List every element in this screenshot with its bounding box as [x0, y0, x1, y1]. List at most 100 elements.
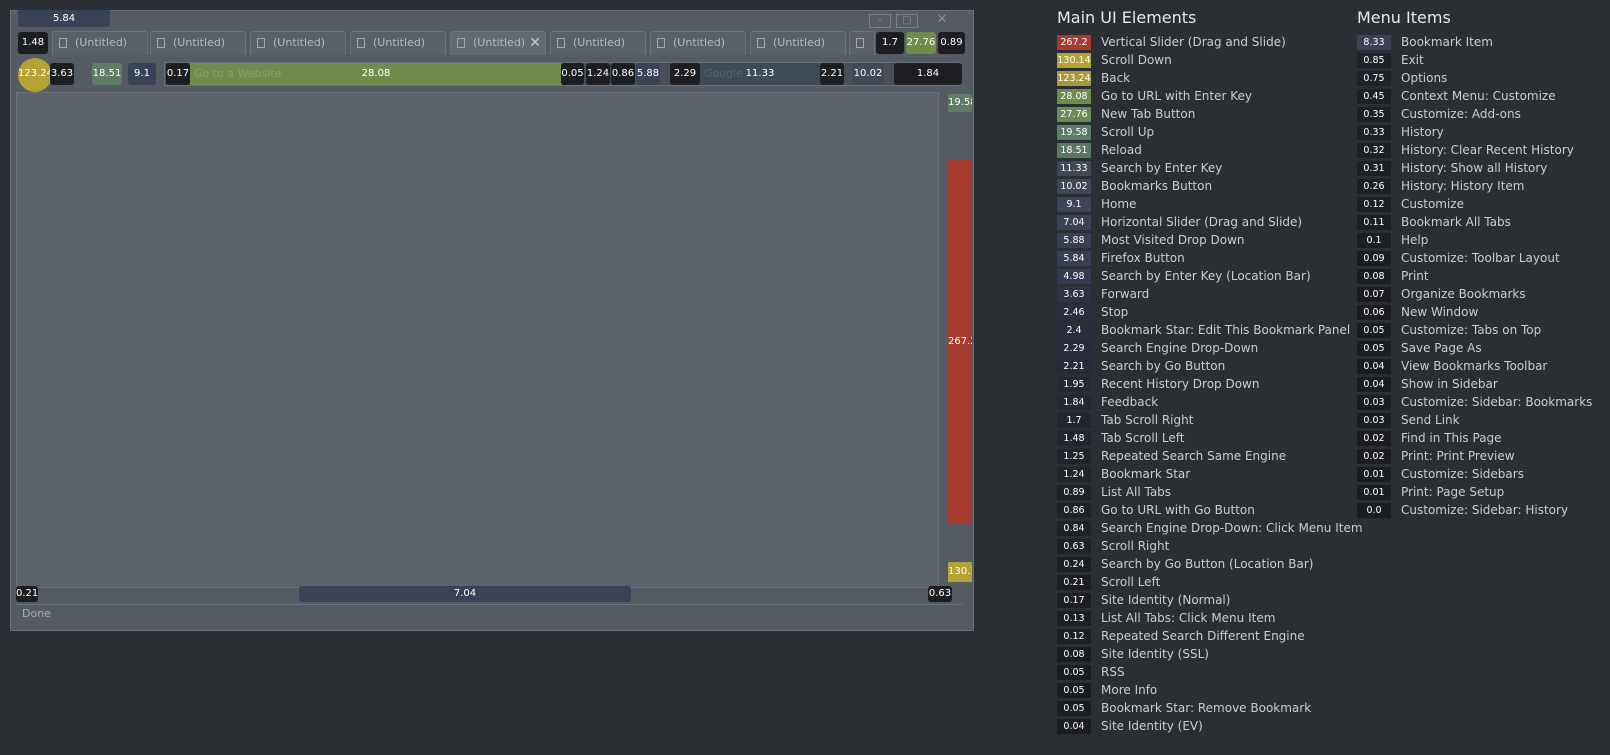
- site-identity-button[interactable]: 0.17: [166, 63, 190, 85]
- legend-label: Customize: [1401, 197, 1464, 211]
- list-all-tabs-button[interactable]: 0.89: [938, 32, 965, 54]
- legend-value: 0.04: [1357, 359, 1391, 374]
- legend-row: 0.02 Print: Print Preview: [1357, 449, 1515, 467]
- tab-scroll-left-value: 1.48: [21, 37, 45, 48]
- go-button[interactable]: 0.86: [611, 63, 635, 85]
- tab[interactable]: (Untitled): [550, 31, 646, 55]
- legend-label: List All Tabs: Click Menu Item: [1101, 611, 1276, 625]
- close-tab-icon[interactable]: ✕: [529, 32, 541, 54]
- legend-label: Site Identity (SSL): [1101, 647, 1209, 661]
- tab-title: (Untitled): [173, 36, 226, 49]
- scroll-right-value: 0.63: [928, 588, 952, 599]
- tab[interactable]: (Untitled): [250, 31, 346, 55]
- tab[interactable]: (Untitled): [350, 31, 446, 55]
- legend-value: 5.84: [1057, 251, 1091, 266]
- legend-label: Bookmark Star: Remove Bookmark: [1101, 701, 1312, 715]
- search-engine-dropdown[interactable]: 2.29: [670, 63, 700, 85]
- legend-value: 11.33: [1057, 161, 1091, 176]
- bookmark-star-button[interactable]: 1.24: [586, 63, 610, 85]
- legend-label: Bookmark Star: Edit This Bookmark Panel: [1101, 323, 1351, 337]
- tab-partial[interactable]: [849, 31, 875, 55]
- legend-label: Forward: [1101, 287, 1150, 301]
- tab-selected[interactable]: (Untitled) ✕: [450, 31, 546, 55]
- tab-title: (Untitled): [573, 36, 626, 49]
- legend-row: 0.02 Find in This Page: [1357, 431, 1502, 449]
- legend-value: 0.02: [1357, 431, 1391, 446]
- scroll-up-value: 19.58: [948, 97, 972, 108]
- legend-value: 130.14: [1057, 53, 1091, 68]
- legend-row: 0.12 Customize: [1357, 197, 1464, 215]
- horizontal-slider[interactable]: 7.04: [299, 586, 631, 602]
- search-go-button[interactable]: 2.21: [820, 63, 844, 85]
- main-ui-legend: Main UI Elements 267.2 Vertical Slider (D…: [1057, 8, 1363, 737]
- tab[interactable]: (Untitled): [650, 31, 746, 55]
- legend-row: 1.48 Tab Scroll Left: [1057, 431, 1196, 449]
- legend-label: Bookmark All Tabs: [1401, 215, 1511, 229]
- restore-icon[interactable]: □: [896, 14, 918, 28]
- vertical-slider-value: 267.2: [948, 336, 972, 347]
- vertical-slider[interactable]: 267.2: [948, 160, 972, 524]
- legend-row: 0.01 Print: Page Setup: [1357, 485, 1504, 503]
- legend-row: 8.33 Bookmark Item: [1357, 35, 1493, 53]
- tab-scroll-right-value: 1.7: [882, 37, 898, 48]
- most-visited-dropdown[interactable]: 5.88: [636, 63, 660, 85]
- scroll-up-button[interactable]: 19.58: [948, 94, 972, 112]
- firefox-button-value: 5.84: [52, 13, 76, 24]
- tab[interactable]: (Untitled): [750, 31, 846, 55]
- tab-scroll-right-button[interactable]: 1.7: [876, 32, 904, 54]
- legend-label: Scroll Up: [1101, 125, 1155, 139]
- home-button[interactable]: 9.1: [128, 63, 156, 85]
- legend-value: 1.7: [1057, 413, 1091, 428]
- scroll-down-button[interactable]: 130.14: [948, 562, 972, 582]
- legend-row: 0.13 List All Tabs: Click Menu Item: [1057, 611, 1275, 629]
- legend-value: 0.06: [1357, 305, 1391, 320]
- legend-row: 2.21 Search by Go Button: [1057, 359, 1225, 377]
- legend-row: 0.01 Customize: Sidebars: [1357, 467, 1524, 485]
- legend-label: Firefox Button: [1101, 251, 1185, 265]
- legend-value: 0.75: [1357, 71, 1391, 86]
- bookmarks-button[interactable]: 10.02: [852, 63, 884, 85]
- legend-label: Customize: Sidebars: [1401, 467, 1524, 481]
- tab[interactable]: (Untitled): [150, 31, 246, 55]
- legend-label: Customize: Toolbar Layout: [1401, 251, 1560, 265]
- legend-label: Site Identity (EV): [1101, 719, 1203, 733]
- page-icon: [657, 38, 665, 48]
- legend-label: Most Visited Drop Down: [1101, 233, 1245, 247]
- legend-row: 3.63 Forward: [1057, 287, 1196, 305]
- url-input[interactable]: Go to a Website 28.08: [190, 63, 562, 85]
- legend-label: Scroll Down: [1101, 53, 1172, 67]
- minimize-icon[interactable]: –: [869, 14, 891, 28]
- close-icon[interactable]: ✕: [931, 13, 953, 28]
- legend-value: 0.63: [1057, 539, 1091, 554]
- reload-button[interactable]: 18.51: [92, 63, 122, 85]
- bookmarks-button-value: 10.02: [853, 68, 883, 79]
- legend-label: Bookmark Star: [1101, 467, 1191, 481]
- legend-value: 0.89: [1057, 485, 1091, 500]
- tab-scroll-left-button[interactable]: 1.48: [18, 32, 48, 54]
- legend-value: 2.46: [1057, 305, 1091, 320]
- legend-value: 2.29: [1057, 341, 1091, 356]
- legend-row: 27.76 New Tab Button: [1057, 107, 1196, 125]
- feedback-button[interactable]: 1.84: [894, 63, 962, 85]
- scroll-left-button[interactable]: 0.21: [16, 586, 38, 602]
- legend-label: Search by Enter Key (Location Bar): [1101, 269, 1311, 283]
- legend-value: 1.25: [1057, 449, 1091, 464]
- legend-label: Scroll Right: [1101, 539, 1170, 553]
- search-placeholder: Google: [704, 67, 743, 80]
- legend-label: Help: [1401, 233, 1429, 247]
- legend-label: Go to URL with Enter Key: [1101, 89, 1252, 103]
- page-content: [16, 92, 939, 588]
- tab[interactable]: (Untitled): [52, 31, 148, 55]
- legend-value: 1.84: [1057, 395, 1091, 410]
- tab-title: (Untitled): [673, 36, 726, 49]
- new-tab-button[interactable]: 27.76: [906, 32, 936, 54]
- firefox-button[interactable]: 5.84: [18, 10, 110, 27]
- menu-items-legend: Menu Items 8.33 Bookmark Item 0.85 Exit 0.75…: [1357, 8, 1592, 521]
- search-input[interactable]: Google 11.33: [700, 63, 820, 85]
- forward-button[interactable]: 3.63: [50, 63, 74, 85]
- legend-value: 0.03: [1357, 395, 1391, 410]
- scroll-right-button[interactable]: 0.63: [928, 586, 952, 602]
- tab-title: (Untitled): [773, 36, 826, 49]
- rss-button[interactable]: 0.05: [561, 63, 584, 85]
- legend-row: 130.14 Scroll Down: [1057, 53, 1196, 71]
